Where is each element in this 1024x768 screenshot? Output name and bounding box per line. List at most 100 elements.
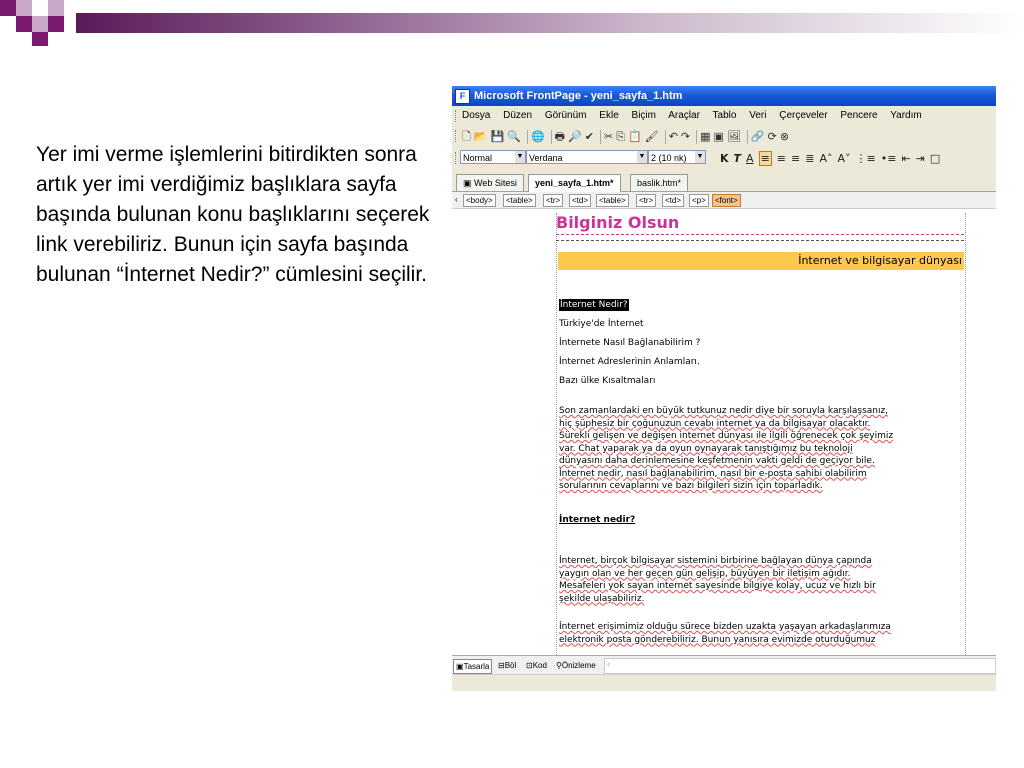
quick-tag[interactable]: <table> bbox=[596, 194, 629, 207]
style-select[interactable]: Normal ▼ bbox=[460, 150, 526, 164]
quick-tag[interactable]: <td> bbox=[662, 194, 685, 207]
quick-tag[interactable]: <tr> bbox=[543, 194, 564, 207]
insert-picture-icon[interactable]: 🖼 bbox=[727, 130, 744, 143]
stop-icon[interactable]: ⊗ bbox=[780, 130, 792, 143]
link-internete-baglanma[interactable]: İnternete Nasıl Bağlanabilirim ? bbox=[559, 337, 700, 349]
align-center-icon[interactable]: ≡ bbox=[777, 152, 786, 165]
text-line: var. Chat yaparak ya da oyun oynayarak t… bbox=[559, 443, 853, 454]
tab-baslik[interactable]: baslik.htm* bbox=[630, 174, 689, 191]
border-icon[interactable]: □ bbox=[930, 152, 940, 165]
font-size-select[interactable]: 2 (10 nk) ▼ bbox=[648, 150, 706, 164]
scroll-left-icon[interactable]: ‹ bbox=[607, 659, 610, 669]
italic-icon[interactable]: T bbox=[734, 152, 742, 165]
view-bol-button[interactable]: ⊟Böl bbox=[496, 659, 518, 672]
website-icon: ▣ bbox=[463, 178, 472, 188]
link-ulke-kisaltmalari[interactable]: Bazı ülke Kısaltmaları bbox=[559, 375, 655, 387]
print-icon[interactable]: 🖶 bbox=[555, 130, 568, 143]
menu-gorunum[interactable]: Görünüm bbox=[545, 110, 587, 121]
view-kod-button[interactable]: ⊡Kod bbox=[524, 659, 549, 672]
quick-tag-font[interactable]: <font> bbox=[712, 194, 741, 207]
view-onizleme-button[interactable]: ⚲Önizleme bbox=[554, 659, 598, 672]
menu-dosya[interactable]: Dosya bbox=[462, 110, 490, 121]
toolbar-grip[interactable] bbox=[455, 110, 458, 122]
chevron-down-icon: ▼ bbox=[515, 151, 525, 163]
text-line: şekilde ulaşabiliriz. bbox=[559, 593, 645, 604]
tag-scroll-left-icon[interactable]: ‹ bbox=[453, 194, 460, 205]
insert-table-icon[interactable]: ▦ bbox=[700, 130, 713, 143]
internet-paragraph: İnternet, birçok bilgisayar sistemini bi… bbox=[559, 555, 959, 605]
deco-square bbox=[48, 0, 64, 16]
search-icon[interactable]: 🔍 bbox=[507, 130, 524, 143]
font-select[interactable]: Verdana ▼ bbox=[526, 150, 648, 164]
link-turkiyede-internet[interactable]: Türkiye'de İnternet bbox=[559, 318, 644, 330]
toolbar-grip[interactable] bbox=[455, 152, 458, 164]
view-tasarla-button[interactable]: ▣Tasarla bbox=[453, 659, 493, 674]
undo-icon[interactable]: ↶ bbox=[669, 130, 681, 143]
quick-tag[interactable]: <td> bbox=[569, 194, 592, 207]
tab-label: Web Sitesi bbox=[474, 178, 517, 188]
code-view-icon: ⊡ bbox=[526, 661, 533, 670]
open-icon[interactable]: 📂 bbox=[474, 130, 491, 143]
menu-tablo[interactable]: Tablo bbox=[713, 110, 737, 121]
horizontal-scrollbar[interactable]: ‹ bbox=[604, 658, 996, 674]
cut-icon[interactable]: ✂ bbox=[604, 130, 616, 143]
bold-icon[interactable]: K bbox=[720, 152, 729, 165]
quick-tag[interactable]: <table> bbox=[503, 194, 536, 207]
chevron-down-icon: ▼ bbox=[695, 151, 705, 163]
numbered-list-icon[interactable]: ⋮≡ bbox=[856, 152, 876, 165]
bullet-list-icon[interactable]: •≡ bbox=[881, 152, 897, 165]
menu-cerceveler[interactable]: Çerçeveler bbox=[779, 110, 827, 121]
deco-square bbox=[16, 16, 32, 32]
link-internet-nedir-selected[interactable]: İnternet Nedir? bbox=[559, 299, 629, 311]
new-page-icon[interactable]: 🗋 bbox=[462, 130, 474, 143]
hyperlink-icon[interactable]: 🔗 bbox=[751, 130, 768, 143]
align-left-icon[interactable]: ≡ bbox=[758, 151, 772, 166]
paste-icon[interactable]: 📋 bbox=[628, 130, 645, 143]
deco-square bbox=[32, 16, 48, 32]
menu-ekle[interactable]: Ekle bbox=[599, 110, 618, 121]
preview-icon[interactable]: 🔎 bbox=[568, 130, 585, 143]
save-icon[interactable]: 💾 bbox=[491, 130, 508, 143]
menu-duzen[interactable]: Düzen bbox=[503, 110, 532, 121]
justify-icon[interactable]: ≣ bbox=[805, 152, 814, 165]
menu-yardim[interactable]: Yardım bbox=[890, 110, 922, 121]
copy-icon[interactable]: ⎘ bbox=[616, 130, 628, 143]
toolbar-grip[interactable] bbox=[455, 130, 458, 142]
text-line: hiç şüphesiz bir çoğunuzun cevabı intern… bbox=[559, 418, 871, 429]
menu-bar: Dosya Düzen Görünüm Ekle Biçim Araçlar T… bbox=[452, 107, 996, 125]
menu-bicim[interactable]: Biçim bbox=[632, 110, 656, 121]
frontpage-window: F Microsoft FrontPage - yeni_sayfa_1.htm… bbox=[452, 86, 996, 691]
quick-tag[interactable]: <tr> bbox=[636, 194, 657, 207]
underline-icon[interactable]: A bbox=[746, 152, 754, 165]
intro-paragraph: Son zamanlardaki en büyük tutkunuz nedir… bbox=[559, 405, 959, 493]
align-right-icon[interactable]: ≡ bbox=[791, 152, 800, 165]
tab-web-sitesi[interactable]: ▣ Web Sitesi bbox=[456, 174, 524, 191]
outdent-icon[interactable]: ⇤ bbox=[901, 152, 910, 165]
redo-icon[interactable]: ↷ bbox=[681, 130, 693, 143]
quick-tag[interactable]: <body> bbox=[463, 194, 496, 207]
design-editor[interactable]: Bilginiz Olsun İnternet ve bilgisayar dü… bbox=[452, 209, 996, 655]
tab-yeni-sayfa[interactable]: yeni_sayfa_1.htm* bbox=[528, 174, 621, 192]
style-select-value: Normal bbox=[463, 153, 493, 163]
menu-araclar[interactable]: Araçlar bbox=[668, 110, 700, 121]
text-line: Sürekli gelişen ve değişen internet düny… bbox=[559, 431, 894, 441]
increase-font-icon[interactable]: A˄ bbox=[819, 152, 832, 165]
decrease-font-icon[interactable]: A˅ bbox=[837, 152, 850, 165]
design-view-icon: ▣ bbox=[456, 662, 464, 671]
format-painter-icon[interactable]: 🖌 bbox=[645, 130, 662, 143]
menu-pencere[interactable]: Pencere bbox=[840, 110, 877, 121]
publish-icon[interactable]: 🌐 bbox=[531, 130, 548, 143]
formatting-toolbar: Normal ▼ Verdana ▼ 2 (10 nk) ▼ K T A ≡ ≡ ≡ ≣ A˄… bbox=[452, 148, 996, 168]
insert-layer-icon[interactable]: ▣ bbox=[714, 130, 727, 143]
indent-icon[interactable]: ⇥ bbox=[916, 152, 925, 165]
window-titlebar[interactable]: F Microsoft FrontPage - yeni_sayfa_1.htm bbox=[452, 86, 996, 106]
quick-tag[interactable]: <p> bbox=[689, 194, 709, 207]
menu-veri[interactable]: Veri bbox=[749, 110, 766, 121]
text-line: dünyasını daha derinlemesine keşfetmenin… bbox=[559, 456, 875, 466]
link-internet-adresleri[interactable]: İnternet Adreslerinin Anlamları. bbox=[559, 356, 700, 368]
refresh-icon[interactable]: ⟳ bbox=[768, 130, 780, 143]
status-bar bbox=[452, 674, 996, 691]
spelling-icon[interactable]: ✔ bbox=[585, 130, 597, 143]
page-heading: Bilginiz Olsun bbox=[556, 213, 680, 232]
deco-square bbox=[16, 0, 32, 16]
